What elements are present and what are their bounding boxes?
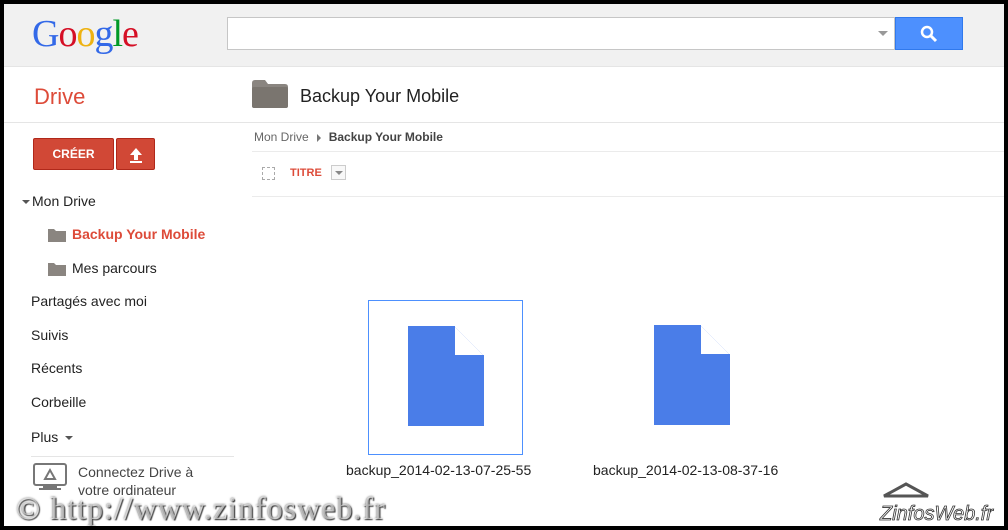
upload-button[interactable] (116, 138, 155, 170)
sort-dropdown-button[interactable] (331, 165, 346, 180)
sidebar-item-partages[interactable]: Partagés avec moi (31, 293, 147, 309)
sidebar-item-plus[interactable]: Plus (31, 429, 75, 445)
search-button[interactable] (895, 17, 963, 50)
sidebar-item-mes-parcours[interactable]: Mes parcours (48, 260, 157, 277)
select-all-checkbox[interactable] (262, 167, 275, 180)
sidebar-item-mon-drive[interactable]: Mon Drive (22, 193, 96, 209)
google-logo[interactable]: Google (32, 12, 139, 56)
breadcrumb-separator-icon (316, 133, 321, 142)
watermark-text: © http://www.zinfosweb.fr (16, 490, 386, 526)
logo-letter: l (112, 13, 123, 55)
folder-icon (48, 229, 66, 243)
divider (252, 196, 1004, 197)
drive-app-label[interactable]: Drive (34, 84, 85, 110)
breadcrumb-root[interactable]: Mon Drive (254, 130, 309, 144)
sidebar-item-label: Plus (31, 429, 59, 445)
search-input[interactable] (227, 17, 895, 50)
chevron-down-icon (65, 436, 74, 441)
file-icon (654, 325, 730, 425)
expand-arrow-icon[interactable] (22, 200, 30, 205)
header-bar: Drive Backup Your Mobile (4, 67, 1004, 123)
title-column-header[interactable]: TITRE (290, 167, 322, 179)
create-button[interactable]: CRÉER (33, 138, 114, 170)
folder-icon (252, 80, 288, 108)
logo-letter: o (76, 13, 95, 55)
sidebar-item-label: Mon Drive (32, 193, 96, 209)
file-thumbnail[interactable] (368, 300, 523, 455)
breadcrumb: Mon Drive Backup Your Mobile (254, 130, 443, 144)
sidebar-item-corbeille[interactable]: Corbeille (31, 394, 86, 410)
divider (31, 456, 234, 457)
sidebar-item-recents[interactable]: Récents (31, 360, 82, 376)
sidebar-item-label: Backup Your Mobile (72, 226, 206, 242)
computer-icon[interactable] (33, 463, 67, 491)
drive-window: Google Drive Backup Your Mobile CRÉER Mo… (4, 4, 1004, 526)
svg-text:ZinfosWeb.fr: ZinfosWeb.fr (879, 503, 994, 525)
sidebar-item-suivis[interactable]: Suivis (31, 327, 68, 343)
top-bar: Google (4, 4, 1004, 67)
file-icon (408, 326, 484, 426)
logo-letter: G (32, 13, 59, 55)
upload-icon (130, 148, 142, 163)
file-name[interactable]: backup_2014-02-13-08-37-16 (593, 462, 778, 478)
sidebar: CRÉER Mon Drive Backup Your Mobile Mes p… (4, 123, 236, 526)
search-icon (920, 25, 938, 43)
sidebar-item-backup-your-mobile[interactable]: Backup Your Mobile (48, 226, 206, 243)
breadcrumb-current: Backup Your Mobile (328, 130, 443, 144)
sidebar-item-label: Mes parcours (72, 260, 157, 276)
zinfosweb-logo: ZinfosWeb.fr (879, 482, 995, 525)
search-options-dropdown[interactable] (878, 31, 888, 36)
file-name[interactable]: backup_2014-02-13-07-25-55 (346, 462, 531, 478)
logo-letter: e (122, 13, 139, 55)
folder-icon (48, 263, 66, 277)
page-title: Backup Your Mobile (300, 86, 460, 106)
logo-letter: g (94, 13, 113, 55)
logo-letter: o (58, 13, 77, 55)
divider (252, 151, 1004, 152)
file-thumbnail[interactable] (615, 300, 770, 455)
